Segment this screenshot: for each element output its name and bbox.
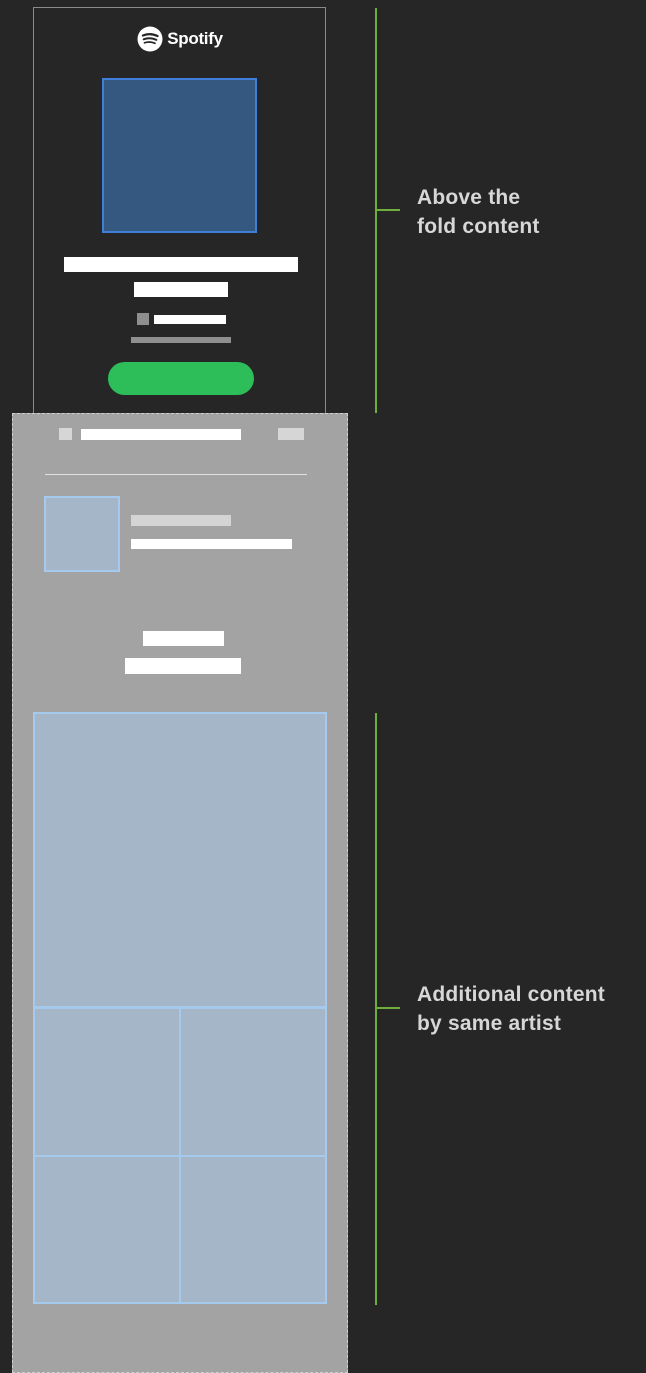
grid-item-placeholder[interactable]: [179, 1155, 327, 1304]
grid-item-placeholder[interactable]: [33, 1155, 181, 1304]
artist-desc-placeholder: [131, 539, 292, 549]
additional-annotation-line: by same artist: [417, 1012, 562, 1035]
section-heading-placeholder: [143, 631, 224, 646]
above-fold-annotation-line: fold content: [417, 215, 540, 238]
additional-content-bracket-tick: [376, 1007, 400, 1009]
artist-thumbnail-placeholder[interactable]: [44, 496, 120, 572]
track-title-placeholder: [81, 429, 241, 440]
above-fold-annotation-line: Above the: [417, 186, 521, 209]
meta-line-placeholder: [131, 337, 231, 343]
artist-placeholder: [134, 282, 228, 297]
artist-label-placeholder: [131, 515, 231, 526]
brand-name: Spotify: [167, 29, 223, 48]
spotify-icon: [137, 26, 163, 52]
title-placeholder: [64, 257, 298, 272]
spotify-logo: Spotify: [0, 26, 360, 52]
section-subheading-placeholder: [125, 658, 241, 674]
track-icon-placeholder: [59, 428, 72, 440]
additional-annotation-line: Additional content: [417, 983, 605, 1006]
above-fold-annotation: Above the fold content: [417, 183, 540, 241]
album-cover-placeholder: [102, 78, 257, 233]
featured-content-placeholder[interactable]: [33, 712, 327, 1008]
above-fold-bracket-tick: [376, 209, 400, 211]
track-duration-placeholder[interactable]: [278, 428, 304, 440]
play-button[interactable]: [108, 362, 254, 395]
divider: [45, 474, 307, 475]
additional-content-bracket: [375, 713, 377, 1305]
additional-content-annotation: Additional content by same artist: [417, 980, 605, 1038]
meta-icon-placeholder: [137, 313, 149, 325]
grid-item-placeholder[interactable]: [179, 1007, 327, 1157]
grid-item-placeholder[interactable]: [33, 1007, 181, 1157]
meta-text-placeholder: [154, 315, 226, 324]
